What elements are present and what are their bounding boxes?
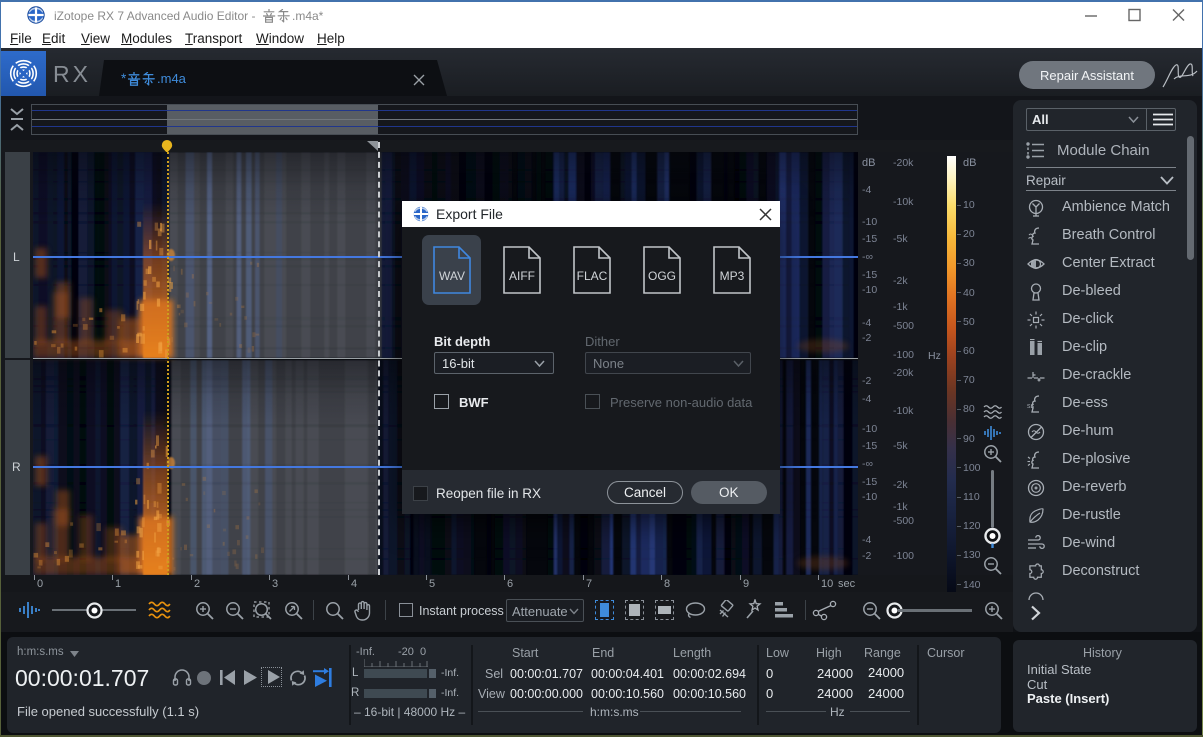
svg-text:ss: ss bbox=[1027, 403, 1035, 410]
svg-text:WAV: WAV bbox=[439, 269, 465, 283]
svg-text:FLAC: FLAC bbox=[577, 269, 608, 283]
svg-text:MP3: MP3 bbox=[720, 269, 745, 283]
svg-text:OGG: OGG bbox=[648, 269, 676, 283]
svg-text:AIFF: AIFF bbox=[509, 269, 535, 283]
